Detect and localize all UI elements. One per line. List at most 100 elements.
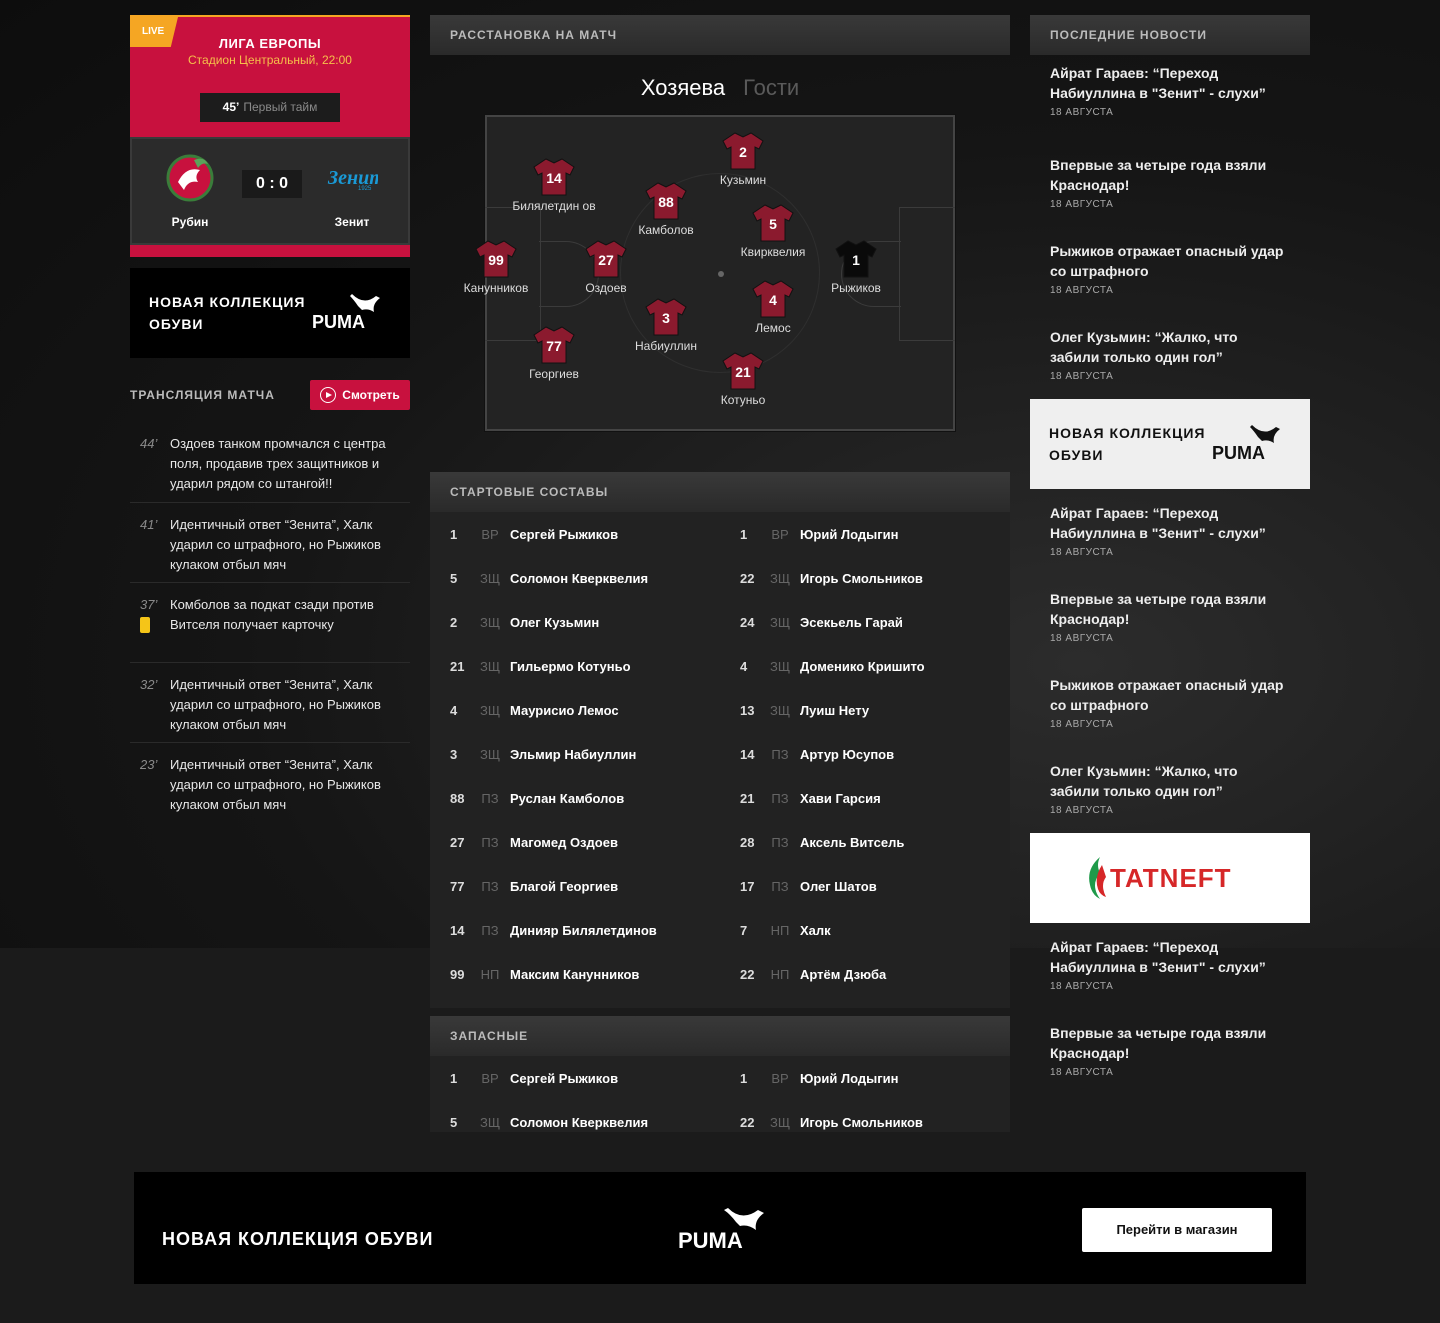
roster-player[interactable]: 13 ЗЩ Луиш Нету (720, 703, 1010, 718)
roster-player[interactable]: 88 ПЗ Руслан Камболов (430, 791, 720, 806)
tatneft-ad[interactable]: TATNEFT (1030, 833, 1310, 923)
player-marker[interactable]: 5 Квирквелия (728, 203, 818, 260)
player-marker[interactable]: 14 Билялетдин ов (509, 157, 599, 214)
ad-title-line2: ОБУВИ (1049, 447, 1104, 463)
news-group: Айрат Гараев: “Переход Набиуллина в "Зен… (1030, 55, 1310, 399)
news-title: ПОСЛЕДНИЕ НОВОСТИ (1030, 15, 1310, 55)
roster-position: ПЗ (481, 922, 499, 938)
roster-position: ПЗ (771, 878, 789, 894)
roster-player[interactable]: 77 ПЗ Благой Георгиев (430, 879, 720, 894)
roster-position: ЗЩ (479, 570, 501, 586)
player-marker[interactable]: 88 Камболов (621, 181, 711, 238)
roster-name: Сергей Рыжиков (510, 526, 619, 542)
svg-text:1925: 1925 (358, 186, 372, 192)
roster-row: 99 НП Максим Канунников 22 НП Артём Дзюба (430, 952, 1010, 996)
player-marker[interactable]: 4 Лемос (728, 279, 818, 336)
player-name: Квирквелия (740, 245, 806, 259)
roster-player[interactable]: 4 ЗЩ Доменико Кришито (720, 659, 1010, 674)
roster-player[interactable]: 22 ЗЩ Игорь Смольников (720, 571, 1010, 586)
news-headline: Олег Кузьмин: “Жалко, что забили только … (1050, 329, 1238, 365)
player-number: 77 (546, 338, 562, 354)
event-minute: 37’ (140, 597, 158, 612)
roster-player[interactable]: 27 ПЗ Магомед Оздоев (430, 835, 720, 850)
news-item[interactable]: Олег Кузьмин: “Жалко, что забили только … (1030, 313, 1310, 399)
roster-player[interactable]: 17 ПЗ Олег Шатов (720, 879, 1010, 894)
roster-player[interactable]: 21 ПЗ Хави Гарсия (720, 791, 1010, 806)
tab-away[interactable]: Гости (743, 75, 799, 100)
player-marker[interactable]: 3 Набиуллин (621, 297, 711, 354)
news-headline: Впервые за четыре года взяли Краснодар! (1050, 591, 1267, 627)
puma-ad-left[interactable]: НОВАЯ КОЛЛЕКЦИЯ ОБУВИ PUMA (130, 268, 410, 358)
player-name: Котуньо (720, 393, 766, 407)
roster-player[interactable]: 22 ЗЩ Игорь Смольников (720, 1115, 1010, 1130)
roster-player[interactable]: 1 ВР Юрий Лодыгин (720, 1071, 1010, 1086)
roster-row: 5 ЗЩ Соломон Кверквелия 22 ЗЩ Игорь Смольнико… (430, 556, 1010, 600)
news-headline: Айрат Гараев: “Переход Набиуллина в "Зен… (1050, 505, 1266, 541)
news-item[interactable]: Рыжиков отражает опасный удар со штрафно… (1030, 227, 1310, 313)
roster-player[interactable]: 24 ЗЩ Эсекьель Гарай (720, 615, 1010, 630)
roster-number: 27 (450, 834, 465, 850)
roster-number: 22 (740, 570, 755, 586)
roster-player[interactable]: 2 ЗЩ Олег Кузьмин (430, 615, 720, 630)
roster-player[interactable]: 21 ЗЩ Гильермо Котуньо (430, 659, 720, 674)
player-marker[interactable]: 21 Котуньо (698, 351, 788, 408)
roster-player[interactable]: 4 ЗЩ Маурисио Лемос (430, 703, 720, 718)
news-item[interactable]: Впервые за четыре года взяли Краснодар! 1… (1030, 1009, 1310, 1095)
shop-button[interactable]: Перейти в магазин (1082, 1208, 1272, 1252)
bottom-puma-banner[interactable]: НОВАЯ КОЛЛЕКЦИЯ ОБУВИ PUMA Перейти в маг… (134, 1172, 1306, 1284)
banner-title: НОВАЯ КОЛЛЕКЦИЯ ОБУВИ (162, 1229, 434, 1249)
roster-number: 22 (740, 966, 755, 982)
player-marker[interactable]: 1 Рыжиков (811, 239, 901, 296)
news-item[interactable]: Рыжиков отражает опасный удар со штрафно… (1030, 661, 1310, 747)
rubin-logo-icon (164, 152, 216, 204)
puma-ad-right[interactable]: НОВАЯ КОЛЛЕКЦИЯ ОБУВИ PUMA (1030, 399, 1310, 489)
roster-player[interactable]: 28 ПЗ Аксель Витсель (720, 835, 1010, 850)
roster-player[interactable]: 1 ВР Юрий Лодыгин (720, 527, 1010, 542)
roster-row: 5 ЗЩ Соломон Кверквелия 22 ЗЩ Игорь Смольнико… (430, 1100, 1010, 1144)
subs-panel: ЗАПАСНЫЕ 1 ВР Сергей Рыжиков 1 ВР Юрий Лодыги… (430, 1016, 1010, 1132)
player-marker[interactable]: 99 Канунников (451, 239, 541, 296)
roster-number: 21 (450, 658, 465, 674)
roster-player[interactable]: 1 ВР Сергей Рыжиков (430, 527, 720, 542)
news-item[interactable]: Впервые за четыре года взяли Краснодар! 1… (1030, 575, 1310, 661)
roster-player[interactable]: 3 ЗЩ Эльмир Набиуллин (430, 747, 720, 762)
roster-position: ПЗ (771, 790, 789, 806)
starting-lineups-panel: СТАРТОВЫЕ СОСТАВЫ 1 ВР Сергей Рыжиков 1 ВР Юр… (430, 472, 1010, 1008)
news-date: 18 АВГУСТА (1050, 547, 1114, 558)
roster-number: 1 (740, 526, 748, 542)
watch-label: Смотреть (342, 388, 400, 402)
live-match-card[interactable]: LIVE ЛИГА ЕВРОПЫ Стадион Центральный, 22… (130, 15, 410, 257)
player-marker[interactable]: 77 Георгиев (509, 325, 599, 382)
roster-player[interactable]: 1 ВР Сергей Рыжиков (430, 1071, 720, 1086)
roster-number: 4 (740, 658, 748, 674)
news-item[interactable]: Айрат Гараев: “Переход Набиуллина в "Зен… (1030, 55, 1310, 141)
tab-home[interactable]: Хозяева (641, 75, 725, 100)
roster-row: 27 ПЗ Магомед Оздоев 28 ПЗ Аксель Витсель (430, 820, 1010, 864)
news-item[interactable]: Олег Кузьмин: “Жалко, что забили только … (1030, 747, 1310, 833)
roster-player[interactable]: 99 НП Максим Канунников (430, 967, 720, 982)
news-item[interactable]: Впервые за четыре года взяли Краснодар! 1… (1030, 141, 1310, 227)
roster-row: 88 ПЗ Руслан Камболов 21 ПЗ Хави Гарсия (430, 776, 1010, 820)
roster-position: ЗЩ (769, 570, 791, 586)
news-headline: Айрат Гараев: “Переход Набиуллина в "Зен… (1050, 65, 1266, 101)
roster-player[interactable]: 14 ПЗ Динияр Билялетдинов (430, 923, 720, 938)
roster-name: Олег Шатов (800, 878, 877, 894)
shirt-icon: 99 (474, 239, 518, 279)
news-item[interactable]: Айрат Гараев: “Переход Набиуллина в "Зен… (1030, 923, 1310, 1009)
roster-row: 3 ЗЩ Эльмир Набиуллин 14 ПЗ Артур Юсупов (430, 732, 1010, 776)
player-marker[interactable]: 2 Кузьмин (698, 131, 788, 188)
watch-button[interactable]: Смотреть (310, 380, 410, 410)
roster-player[interactable]: 7 НП Халк (720, 923, 1010, 938)
roster-name: Соломон Кверквелия (510, 1114, 649, 1130)
news-item[interactable]: Айрат Гараев: “Переход Набиуллина в "Зен… (1030, 489, 1310, 575)
roster-player[interactable]: 22 НП Артём Дзюба (720, 967, 1010, 982)
roster-number: 5 (450, 570, 458, 586)
roster-player[interactable]: 14 ПЗ Артур Юсупов (720, 747, 1010, 762)
roster-player[interactable]: 5 ЗЩ Соломон Кверквелия (430, 571, 720, 586)
roster-name: Соломон Кверквелия (510, 570, 649, 586)
roster-player[interactable]: 5 ЗЩ Соломон Кверквелия (430, 1115, 720, 1130)
event-text: Идентичный ответ “Зенита”, Халк ударил с… (170, 757, 381, 812)
player-marker[interactable]: 27 Оздоев (561, 239, 651, 296)
event-minute: 41’ (140, 517, 158, 532)
roster-number: 77 (450, 878, 465, 894)
